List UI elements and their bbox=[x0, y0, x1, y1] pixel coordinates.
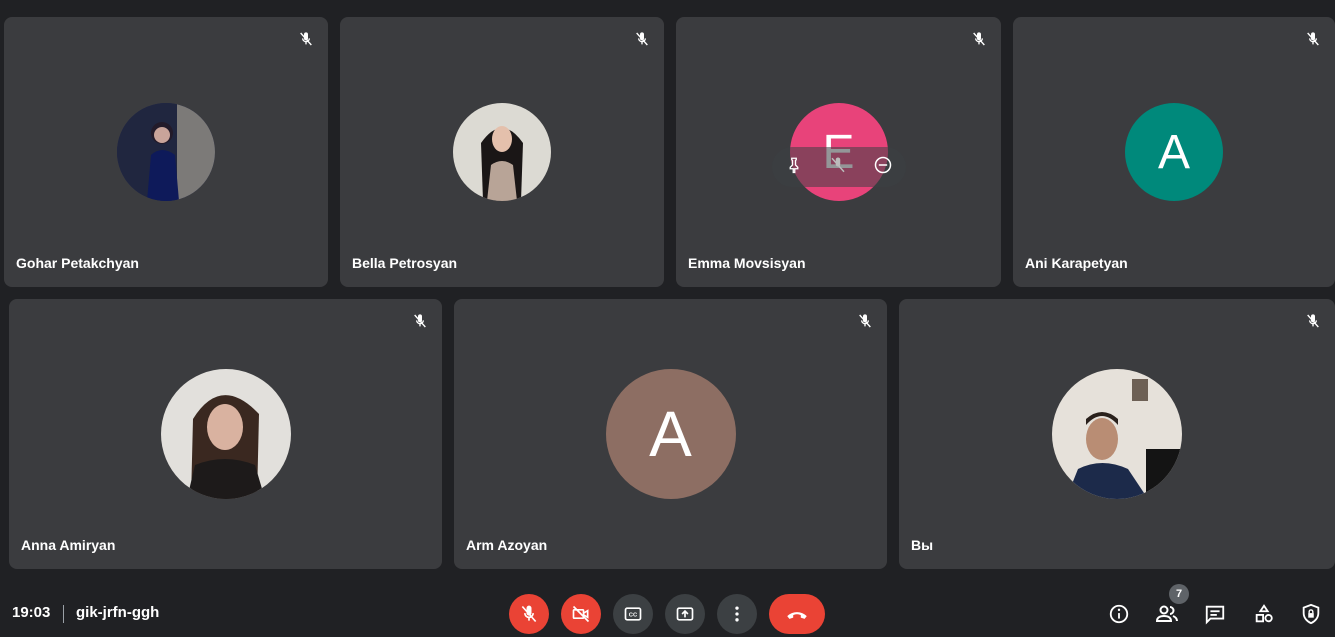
people-count-badge: 7 bbox=[1169, 584, 1189, 604]
chat-icon bbox=[1205, 605, 1225, 625]
chat-button[interactable] bbox=[1201, 600, 1229, 628]
meeting-code: gik-jrfn-ggh bbox=[76, 604, 160, 621]
participant-tile[interactable]: Anna Amiryan bbox=[9, 299, 442, 569]
mute-icon[interactable] bbox=[829, 156, 847, 179]
remove-icon[interactable] bbox=[873, 155, 893, 180]
mic-off-icon bbox=[1301, 27, 1325, 51]
participant-name: Anna Amiryan bbox=[21, 537, 116, 553]
tile-hover-controls bbox=[772, 147, 906, 187]
avatar bbox=[1052, 369, 1182, 499]
people-button[interactable] bbox=[1153, 600, 1181, 628]
participant-name: Emma Movsisyan bbox=[688, 255, 806, 271]
leave-call-button[interactable] bbox=[769, 594, 825, 634]
activities-button[interactable] bbox=[1250, 600, 1278, 628]
participant-tile[interactable]: E Emma Movsisyan bbox=[676, 17, 1001, 287]
participant-name: Вы bbox=[911, 537, 934, 553]
mic-off-icon bbox=[853, 309, 877, 333]
participant-tile[interactable]: Вы bbox=[899, 299, 1335, 569]
captions-button[interactable]: CC bbox=[613, 594, 653, 634]
more-vert-icon bbox=[735, 606, 739, 622]
activities-icon bbox=[1255, 604, 1273, 623]
captions-icon: CC bbox=[624, 607, 642, 621]
present-screen-icon bbox=[676, 607, 694, 621]
host-controls-button[interactable] bbox=[1297, 600, 1325, 628]
avatar bbox=[160, 369, 291, 499]
meeting-details-button[interactable] bbox=[1105, 600, 1133, 628]
mic-off-icon bbox=[630, 27, 654, 51]
camera-button[interactable] bbox=[561, 594, 601, 634]
present-button[interactable] bbox=[665, 594, 705, 634]
participant-tile[interactable]: Gohar Petakchyan bbox=[4, 17, 328, 287]
participant-tile[interactable]: Bella Petrosyan bbox=[340, 17, 664, 287]
shield-lock-icon bbox=[1302, 603, 1320, 625]
participant-tile[interactable]: A Arm Azoyan bbox=[454, 299, 887, 569]
info-icon bbox=[1109, 604, 1129, 624]
pin-icon[interactable] bbox=[785, 156, 803, 179]
mic-off-icon bbox=[294, 27, 318, 51]
mic-off-icon bbox=[967, 27, 991, 51]
divider bbox=[63, 605, 64, 623]
avatar-letter: A bbox=[649, 398, 692, 470]
more-options-button[interactable] bbox=[717, 594, 757, 634]
participant-name: Bella Petrosyan bbox=[352, 255, 458, 271]
participant-name: Arm Azoyan bbox=[466, 537, 548, 553]
bottom-toolbar: 19:03 gik-jrfn-ggh CC 7 bbox=[0, 584, 1335, 637]
avatar: A bbox=[1125, 103, 1223, 201]
camera-off-icon bbox=[572, 605, 590, 623]
mic-off-icon bbox=[1301, 309, 1325, 333]
clock: 19:03 bbox=[12, 604, 51, 621]
participant-tile[interactable]: A Ani Karapetyan bbox=[1013, 17, 1335, 287]
mic-off-icon bbox=[408, 309, 432, 333]
mic-off-icon bbox=[521, 605, 537, 623]
avatar: A bbox=[605, 369, 736, 499]
avatar-letter: A bbox=[1157, 125, 1190, 179]
call-end-icon bbox=[787, 612, 807, 619]
people-icon bbox=[1155, 605, 1178, 622]
avatar bbox=[117, 103, 215, 201]
participant-name: Gohar Petakchyan bbox=[16, 255, 139, 271]
participant-name: Ani Karapetyan bbox=[1025, 255, 1128, 271]
avatar bbox=[453, 103, 551, 201]
microphone-button[interactable] bbox=[509, 594, 549, 634]
svg-text:CC: CC bbox=[629, 613, 638, 619]
